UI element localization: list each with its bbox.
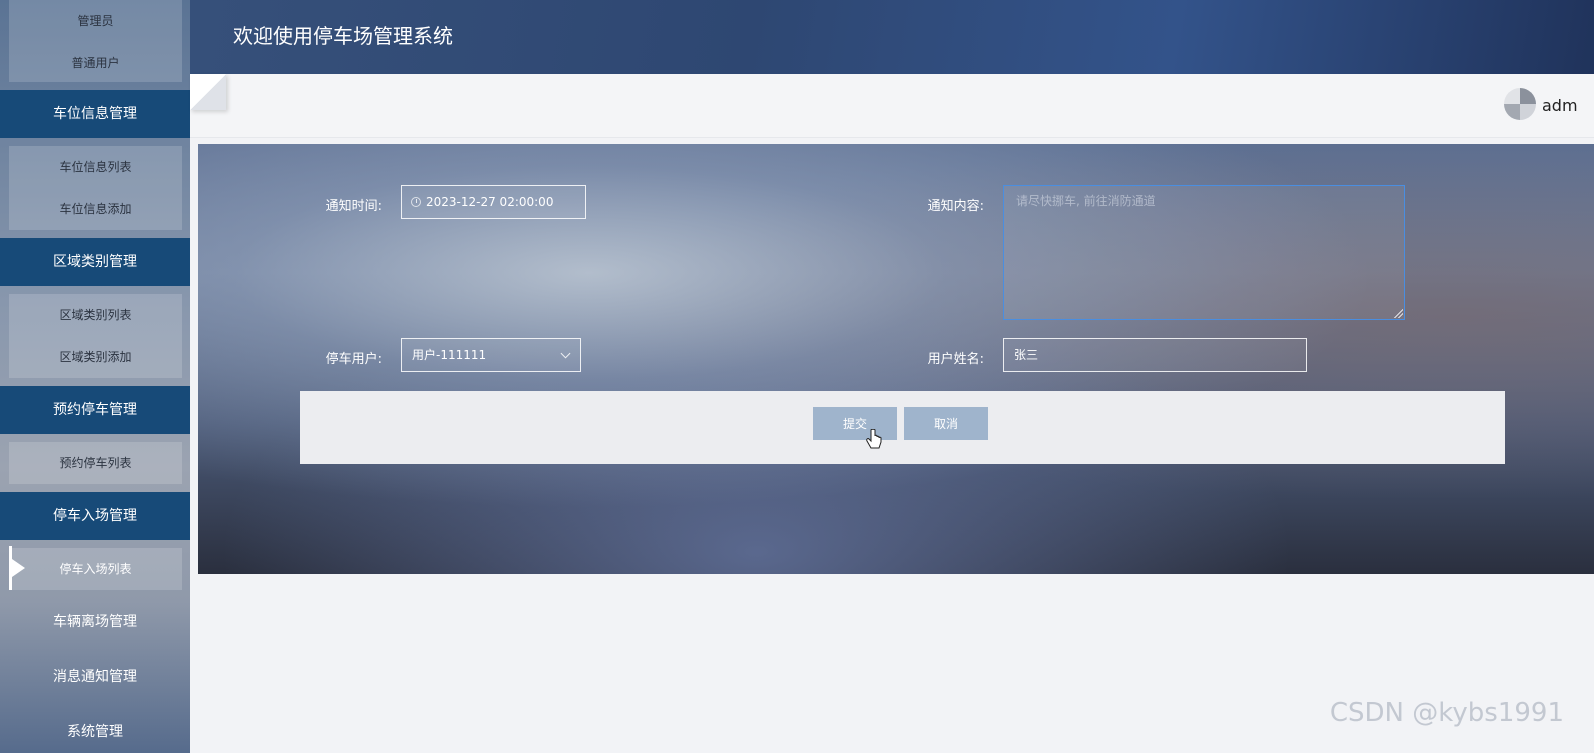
watermark: CSDN @kybs1991 — [1329, 698, 1564, 728]
sidebar-item-normal-user[interactable]: 普通用户 — [9, 42, 182, 84]
area-category-submenu: 区域类别列表 区域类别添加 — [9, 294, 182, 378]
sidebar-section-parking-entry[interactable]: 停车入场管理 — [0, 492, 190, 540]
app-header: 欢迎使用停车场管理系统 — [190, 0, 1594, 74]
sidebar-item-parking-entry-list[interactable]: 停车入场列表 — [9, 548, 182, 590]
user-name-field[interactable]: 张三 — [1003, 338, 1307, 372]
reservation-submenu: 预约停车列表 — [9, 442, 182, 484]
avatar[interactable] — [1504, 88, 1536, 120]
notify-time-picker[interactable]: 2023-12-27 02:00:00 — [401, 185, 586, 219]
sidebar-section-parking-space[interactable]: 车位信息管理 — [0, 90, 190, 138]
notify-content-textarea[interactable] — [1003, 185, 1405, 320]
sidebar-item-reservation-list[interactable]: 预约停车列表 — [9, 442, 182, 484]
hand-cursor-icon — [866, 429, 882, 449]
sidebar: 管理员 普通用户 车位信息管理 车位信息列表 车位信息添加 区域类别管理 区域类… — [0, 0, 190, 753]
form-actions: 提交 取消 — [300, 391, 1505, 464]
active-arrow-icon — [12, 559, 25, 577]
notify-time-value: 2023-12-27 02:00:00 — [426, 195, 554, 209]
cancel-button[interactable]: 取消 — [904, 407, 988, 440]
parking-user-label: 停车用户: — [325, 352, 382, 367]
notice-form-panel: 通知时间: 2023-12-27 02:00:00 通知内容: 停车用户: 用户… — [198, 144, 1594, 574]
notify-time-label: 通知时间: — [325, 199, 382, 214]
sidebar-section-vehicle-exit[interactable]: 车辆离场管理 — [0, 598, 190, 646]
collapse-sidebar-toggle[interactable] — [190, 74, 226, 110]
parking-entry-submenu: 停车入场列表 — [9, 548, 182, 590]
parking-space-submenu: 车位信息列表 车位信息添加 — [9, 146, 182, 230]
app-title: 欢迎使用停车场管理系统 — [233, 24, 453, 48]
sidebar-item-area-category-list[interactable]: 区域类别列表 — [9, 294, 182, 336]
sidebar-section-reservation[interactable]: 预约停车管理 — [0, 386, 190, 434]
sidebar-item-parking-space-add[interactable]: 车位信息添加 — [9, 188, 182, 230]
sidebar-section-area-category[interactable]: 区域类别管理 — [0, 238, 190, 286]
parking-user-value: 用户-111111 — [412, 348, 487, 362]
sidebar-section-message-notice[interactable]: 消息通知管理 — [0, 653, 190, 701]
notify-content-label: 通知内容: — [927, 199, 984, 214]
parking-user-select[interactable]: 用户-111111 — [401, 338, 581, 372]
username-label[interactable]: adm — [1542, 96, 1578, 115]
sidebar-item-area-category-add[interactable]: 区域类别添加 — [9, 336, 182, 378]
user-management-submenu: 管理员 普通用户 — [9, 0, 182, 82]
topbar: adm — [190, 74, 1594, 138]
submit-button[interactable]: 提交 — [813, 407, 897, 440]
sidebar-item-admin[interactable]: 管理员 — [9, 0, 182, 42]
chevron-down-icon — [560, 348, 571, 359]
sidebar-section-system[interactable]: 系统管理 — [0, 708, 190, 753]
sidebar-item-parking-space-list[interactable]: 车位信息列表 — [9, 146, 182, 188]
clock-icon — [411, 197, 421, 207]
resize-handle-icon[interactable] — [1393, 308, 1403, 318]
user-name-label: 用户姓名: — [927, 352, 984, 367]
